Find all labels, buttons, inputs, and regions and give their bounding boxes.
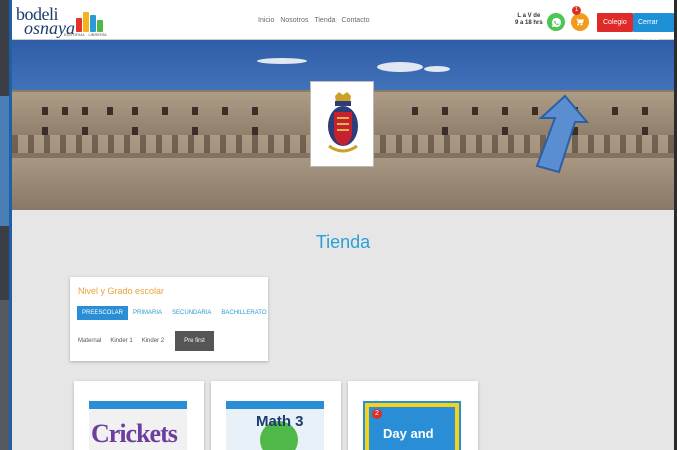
- nav-link-contacto[interactable]: Contacto: [342, 17, 370, 24]
- cart-count-badge: 1: [572, 6, 581, 15]
- cloud: [377, 62, 423, 72]
- level-filter-heading: Nivel y Grado escolar: [78, 286, 165, 296]
- page-title: Tienda: [315, 232, 371, 252]
- shopping-cart-icon[interactable]: [571, 13, 589, 31]
- background-strip-blue: [0, 96, 9, 226]
- product-card[interactable]: Math 3: [211, 381, 341, 450]
- product-card[interactable]: Crickets: [74, 381, 204, 450]
- product-cover: Math 3: [226, 401, 324, 450]
- business-hours-text: L a V de 9 a 18 hrs: [515, 13, 543, 26]
- nav-link-nosotros[interactable]: Nosotros: [280, 17, 308, 24]
- annotation-arrow: [535, 94, 589, 174]
- crest-image: [328, 92, 358, 153]
- level-tabs: PREESCOLAR PRIMARIA SECUNDARIA BACHILLER…: [77, 306, 272, 320]
- cloud: [257, 58, 307, 64]
- brand-logo[interactable]: bodeli osnaya EDITORIAL · LIBRERÍA: [16, 4, 111, 38]
- colegio-button[interactable]: Colegio: [597, 13, 633, 32]
- background-strip: [0, 0, 9, 450]
- nav-link-inicio[interactable]: Inicio: [258, 17, 274, 24]
- tab-preescolar[interactable]: PREESCOLAR: [77, 306, 129, 320]
- grade-option-kinder-2[interactable]: Kinder 2: [142, 338, 164, 344]
- background-strip-grey: [0, 300, 9, 450]
- school-crest: [310, 81, 374, 167]
- nav-link-tienda[interactable]: Tienda: [314, 17, 335, 24]
- books-icon: [76, 10, 106, 32]
- main-nav: Inicio Nosotros Tienda Contacto: [258, 17, 370, 24]
- grade-option-pre-first[interactable]: Pre first: [175, 331, 214, 351]
- level-filter-card: Nivel y Grado escolar PREESCOLAR PRIMARI…: [70, 277, 268, 361]
- tab-secundaria[interactable]: SECUNDARIA: [167, 306, 216, 320]
- product-cover-title: Math 3: [256, 413, 304, 430]
- product-cover-title: Crickets: [91, 419, 178, 448]
- tab-bachillerato[interactable]: BACHILLERATO: [216, 306, 271, 320]
- grade-options: Maternal Kinder 1 Kinder 2 Pre first: [78, 331, 223, 351]
- product-cover: 2 Day and: [363, 401, 461, 450]
- brand-tagline: EDITORIAL · LIBRERÍA: [64, 32, 107, 37]
- business-hours: L a V de 9 a 18 hrs: [515, 13, 543, 27]
- whatsapp-icon[interactable]: [547, 13, 565, 31]
- product-cover: Crickets: [89, 401, 187, 450]
- grade-option-kinder-1[interactable]: Kinder 1: [110, 338, 132, 344]
- logout-button[interactable]: Cerrar Sesion: [633, 13, 674, 45]
- navbar: bodeli osnaya EDITORIAL · LIBRERÍA Inici…: [12, 0, 674, 45]
- grade-option-maternal[interactable]: Maternal: [78, 338, 101, 344]
- product-cover-title: Day and: [383, 426, 434, 441]
- product-card[interactable]: 2 Day and: [348, 381, 478, 450]
- browser-page: bodeli osnaya EDITORIAL · LIBRERÍA Inici…: [9, 0, 674, 450]
- hero-banner: [12, 40, 674, 210]
- cloud: [424, 66, 450, 72]
- tab-primaria[interactable]: PRIMARIA: [128, 306, 167, 320]
